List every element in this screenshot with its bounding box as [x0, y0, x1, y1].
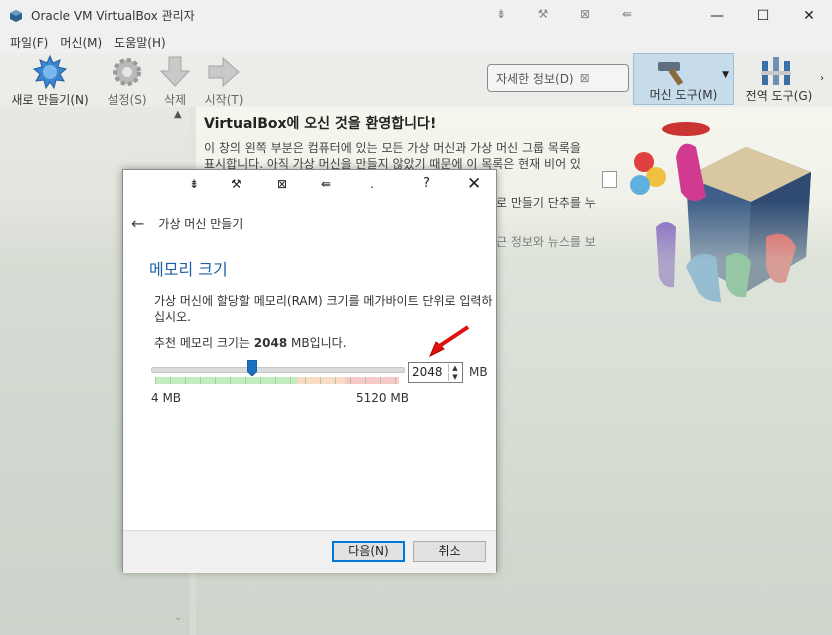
dialog-tool-3-icon[interactable]: ⊠ [277, 177, 287, 191]
welcome-title: VirtualBox에 오신 것을 환영합니다! [204, 116, 437, 132]
title-tool-1-icon[interactable]: ⇟ [480, 7, 522, 21]
details-label: 자세한 정보(D) [496, 71, 574, 86]
virtualbox-mascot-image [630, 122, 811, 302]
title-tool-3-icon[interactable]: ⊠ [564, 7, 606, 21]
settings-label: 설정(S) [107, 93, 147, 107]
main-toolbar: 새로 만들기(N) 설정(S) 삭제 시작(T) 자세한 정보(D) ⊠ ▼ 머… [0, 53, 832, 107]
memory-description: 가상 머신에 할당할 메모리(RAM) 크기를 메가바이트 단위로 입력하십시오… [154, 294, 493, 324]
back-arrow-icon[interactable]: ← [131, 214, 144, 233]
dialog-close-button[interactable]: ✕ [467, 174, 481, 194]
menu-bar: 파일(F) 머신(M) 도움말(H) [0, 31, 832, 53]
details-button[interactable]: 자세한 정보(D) ⊠ [487, 64, 629, 92]
recommend-suffix: MB입니다. [287, 336, 347, 350]
title-bar: Oracle VM VirtualBox 관리자 ⇟ ⚒ ⊠ ⇚ — ☐ ✕ [0, 0, 832, 31]
memory-unit-label: MB [469, 365, 488, 379]
machine-tools-label: 머신 도구(M) [649, 88, 718, 102]
window-title: Oracle VM VirtualBox 관리자 [31, 9, 195, 23]
menu-machine[interactable]: 머신(M) [60, 34, 102, 51]
scroll-up-icon[interactable]: ▲ [174, 109, 182, 120]
dialog-header-title: 가상 머신 만들기 [158, 217, 244, 231]
new-vm-button[interactable]: 새로 만들기(N) [6, 55, 94, 108]
red-pointer-arrow-icon [429, 325, 470, 357]
recommended-memory-text: 추천 메모리 크기는 2048 MB입니다. [154, 334, 347, 351]
close-button[interactable]: ✕ [786, 0, 832, 31]
spin-down-icon[interactable]: ▼ [448, 373, 461, 381]
dialog-title-bar: ⇟ ⚒ ⊠ ⇚ . ? ✕ [123, 170, 496, 200]
arrow-down-icon [159, 56, 191, 87]
memory-size-spinbox[interactable]: 2048 ▲ ▼ [408, 362, 463, 383]
start-label: 시작(T) [204, 93, 244, 107]
memory-size-value[interactable]: 2048 [412, 365, 443, 379]
maximize-button[interactable]: ☐ [740, 0, 786, 31]
minimize-button[interactable]: — [694, 0, 740, 31]
delete-button[interactable]: 삭제 [156, 55, 194, 108]
dialog-tool-5-icon[interactable]: . [370, 177, 374, 191]
new-star-icon [33, 55, 67, 89]
settings-button[interactable]: 설정(S) [104, 55, 150, 108]
spin-up-icon[interactable]: ▲ [448, 364, 461, 372]
slider-min-label: 4 MB [151, 391, 182, 405]
toolbar-overflow-icon[interactable]: › [820, 73, 824, 84]
dialog-header: ← 가상 머신 만들기 [131, 214, 243, 233]
recommend-value: 2048 [253, 336, 288, 350]
dialog-tool-4-icon[interactable]: ⇚ [321, 177, 331, 191]
document-icon [602, 171, 617, 188]
dialog-tool-2-icon[interactable]: ⚒ [231, 177, 242, 191]
new-vm-label: 새로 만들기(N) [11, 93, 89, 107]
arrow-right-icon [208, 56, 240, 88]
window-controls: — ☐ ✕ [694, 0, 832, 31]
virtualbox-logo-icon [10, 9, 22, 22]
gear-icon [113, 58, 141, 86]
welcome-text-line4: 근 정보와 뉴스를 보 [496, 235, 596, 249]
welcome-text-line1: 이 창의 왼쪽 부분은 컴퓨터에 있는 모든 가상 머신과 가상 머신 그룹 목… [204, 141, 581, 155]
dialog-tool-1-icon[interactable]: ⇟ [189, 177, 199, 191]
delete-label: 삭제 [163, 93, 187, 107]
slider-track[interactable] [151, 367, 405, 373]
title-tool-4-icon[interactable]: ⇚ [606, 7, 648, 21]
machine-tools-button[interactable]: ▼ 머신 도구(M) [633, 53, 734, 105]
scroll-down-icon[interactable]: ⌄ [174, 612, 182, 623]
memory-slider[interactable] [151, 358, 405, 388]
recommend-prefix: 추천 메모리 크기는 [154, 336, 254, 350]
memory-size-title: 메모리 크기 [149, 260, 228, 279]
chevron-down-icon[interactable]: ▼ [722, 70, 729, 80]
help-button[interactable]: ? [423, 176, 430, 191]
cancel-button[interactable]: 취소 [413, 541, 486, 562]
slider-ticks [155, 377, 399, 384]
next-button[interactable]: 다음(N) [332, 541, 405, 562]
slider-handle[interactable] [247, 360, 257, 376]
dialog-button-bar: 다음(N) 취소 [123, 530, 496, 573]
title-tools: ⇟ ⚒ ⊠ ⇚ [480, 7, 648, 21]
menu-file[interactable]: 파일(F) [10, 34, 48, 51]
welcome-text-line3: 로 만들기 단추를 누 [496, 196, 596, 210]
global-tools-button[interactable]: 전역 도구(G) [736, 53, 822, 105]
global-tools-label: 전역 도구(G) [745, 89, 813, 103]
slider-max-label: 5120 MB [356, 391, 409, 405]
title-tool-2-icon[interactable]: ⚒ [522, 7, 564, 21]
start-button[interactable]: 시작(T) [200, 55, 248, 108]
create-vm-dialog: ⇟ ⚒ ⊠ ⇚ . ? ✕ ← 가상 머신 만들기 메모리 크기 가상 머신에 … [122, 169, 497, 573]
hammer-icon [658, 62, 684, 86]
tools-icon [761, 57, 791, 85]
details-icon: ⊠ [579, 71, 590, 85]
menu-help[interactable]: 도움말(H) [114, 34, 166, 51]
